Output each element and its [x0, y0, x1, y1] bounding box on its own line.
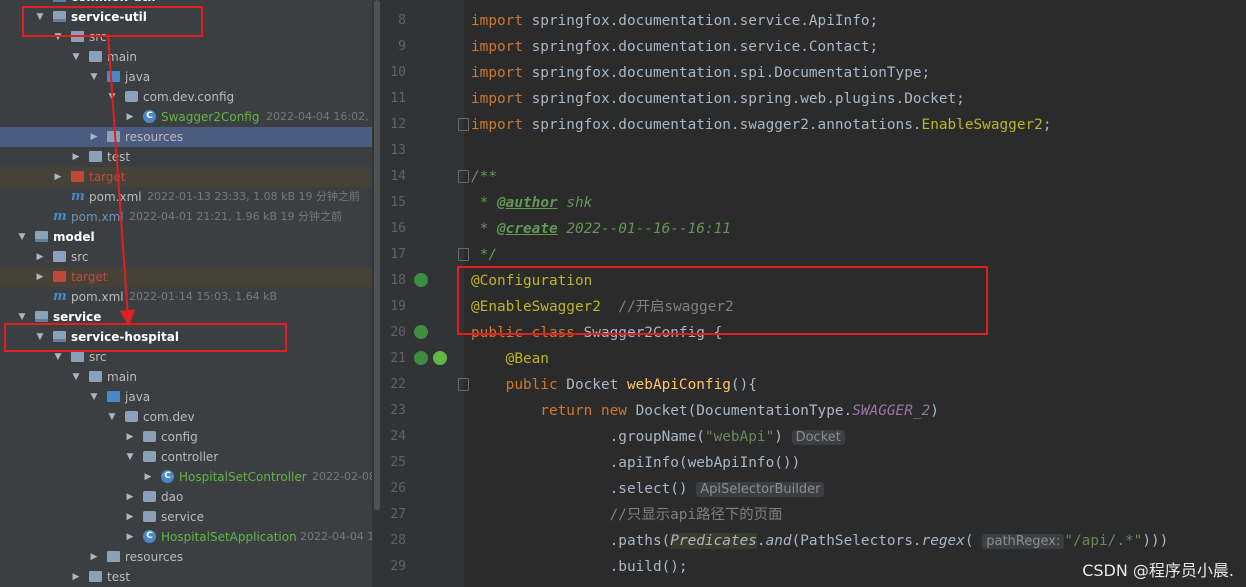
annotation-arrow: [107, 33, 136, 326]
watermark: CSDN @程序员小晨.: [1082, 561, 1234, 580]
